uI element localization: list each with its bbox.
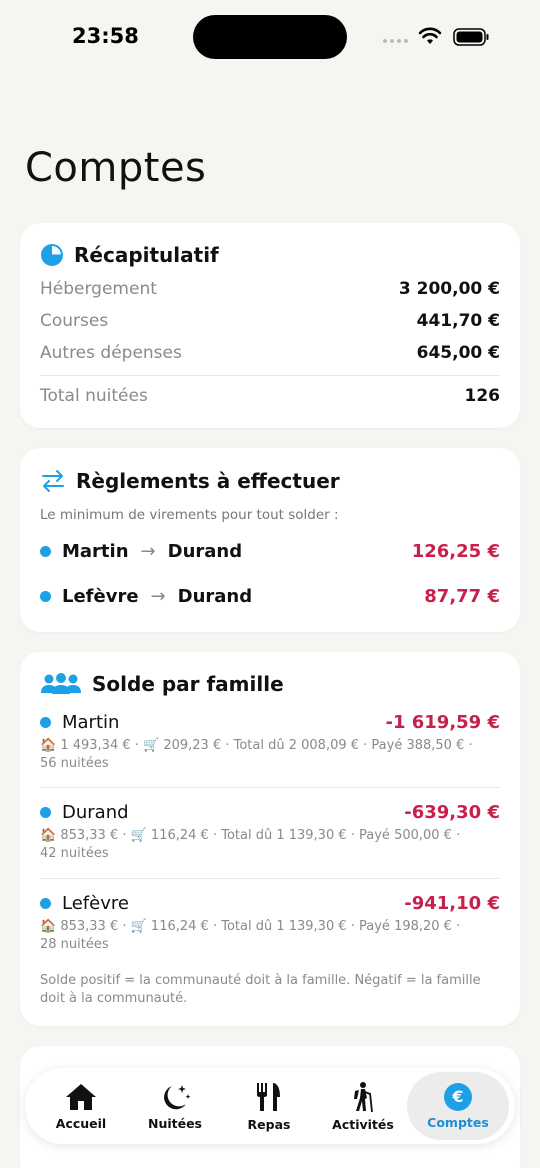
family-nights: 28 nuitées [40, 937, 109, 952]
transfer-amount: 87,77 € [424, 586, 500, 607]
tab-label: Nuitées [147, 1115, 203, 1131]
divider [40, 787, 500, 788]
bullet-dot [40, 898, 51, 909]
battery-icon [453, 28, 489, 46]
tab-comptes[interactable]: € Comptes [407, 1072, 509, 1140]
pie-chart-icon [41, 244, 63, 266]
family-detail: 🏠 853,33 € · 🛒 116,24 € · Total dû 1 139… [40, 828, 461, 843]
family-detail: 🏠 853,33 € · 🛒 116,24 € · Total dû 1 139… [40, 919, 461, 934]
recap-row-hebergement: Hébergement 3 200,00 € [40, 279, 500, 299]
recap-row-value: 645,00 € [416, 343, 500, 363]
balances-header: Solde par famille [40, 672, 284, 696]
euro-icon: € [444, 1082, 472, 1111]
recap-title: Récapitulatif [74, 243, 219, 267]
total-value: 126 [464, 386, 501, 406]
tab-bar: Accueil Nuitées Repas Activités € Compte… [25, 1068, 515, 1144]
tab-label: Activités [332, 1116, 394, 1132]
balance-note: Solde positif = la communauté doit à la … [40, 973, 481, 1006]
transfer-from: Lefèvre [62, 586, 139, 607]
arrows-exchange-icon [42, 470, 64, 492]
hiker-icon [354, 1081, 373, 1112]
total-label: Total nuitées [40, 386, 148, 406]
bullet-dot [40, 717, 51, 728]
transfer-from: Martin [62, 541, 129, 562]
tab-label: Repas [247, 1116, 291, 1132]
family-row-martin: Martin -1 619,59 € 🏠 1 493,34 € · 🛒 209,… [40, 712, 500, 773]
bullet-dot [40, 591, 51, 602]
status-bar: 23:58 [0, 0, 540, 80]
balances-card: Solde par famille Martin -1 619,59 € 🏠 1… [20, 652, 520, 1026]
family-detail: 🏠 1 493,34 € · 🛒 209,23 € · Total dû 2 0… [40, 738, 473, 753]
recap-row-value: 441,70 € [416, 311, 500, 331]
family-row-lefevre: Lefèvre -941,10 € 🏠 853,33 € · 🛒 116,24 … [40, 893, 500, 954]
settlements-header: Règlements à effectuer [40, 468, 340, 494]
dynamic-island [193, 15, 347, 59]
tab-label: Comptes [427, 1114, 489, 1130]
fork-knife-icon [257, 1082, 280, 1111]
bullet-dot [40, 807, 51, 818]
arrow-right-icon: → [140, 541, 156, 562]
tab-activites[interactable]: Activités [317, 1068, 409, 1144]
recap-row-label: Hébergement [40, 279, 157, 299]
family-balance: -941,10 € [404, 893, 500, 914]
recap-card: Récapitulatif Hébergement 3 200,00 € Cou… [20, 223, 520, 428]
house-icon [66, 1083, 96, 1110]
people-group-icon [41, 673, 81, 694]
recap-row-label: Autres dépenses [40, 343, 182, 363]
family-name: Lefèvre [62, 893, 129, 914]
tab-label: Accueil [55, 1115, 107, 1131]
tab-repas[interactable]: Repas [223, 1068, 315, 1144]
transfer-row: Martin → Durand 126,25 € [40, 541, 500, 562]
recap-row-value: 3 200,00 € [398, 279, 500, 299]
wifi-icon [418, 27, 442, 44]
divider [40, 375, 500, 376]
balances-title: Solde par famille [92, 672, 284, 696]
status-time: 23:58 [72, 24, 139, 48]
family-name: Martin [62, 712, 120, 733]
tab-accueil[interactable]: Accueil [35, 1068, 127, 1144]
recap-total-row: Total nuitées 126 [40, 386, 500, 406]
transfer-row: Lefèvre → Durand 87,77 € [40, 586, 500, 607]
divider [40, 878, 500, 879]
family-name: Durand [62, 802, 129, 823]
family-row-durand: Durand -639,30 € 🏠 853,33 € · 🛒 116,24 €… [40, 802, 500, 863]
recap-row-label: Courses [40, 311, 109, 331]
family-balance: -1 619,59 € [385, 712, 500, 733]
transfer-amount: 126,25 € [411, 541, 500, 562]
page-title: Comptes [25, 145, 207, 191]
family-nights: 56 nuitées [40, 756, 109, 771]
settlements-card: Règlements à effectuer Le minimum de vir… [20, 448, 520, 632]
transfer-to: Durand [167, 541, 243, 562]
bullet-dot [40, 546, 51, 557]
recap-row-autres: Autres dépenses 645,00 € [40, 343, 500, 363]
moon-stars-icon [164, 1084, 191, 1109]
arrow-right-icon: → [150, 586, 166, 607]
settlements-title: Règlements à effectuer [76, 469, 340, 493]
tab-nuitees[interactable]: Nuitées [129, 1068, 221, 1144]
transfer-to: Durand [177, 586, 253, 607]
recap-row-courses: Courses 441,70 € [40, 311, 500, 331]
family-nights: 42 nuitées [40, 846, 109, 861]
signal-icon [383, 39, 408, 43]
settlements-hint: Le minimum de virements pour tout solder… [40, 507, 339, 523]
recap-header: Récapitulatif [40, 243, 219, 267]
family-balance: -639,30 € [404, 802, 500, 823]
